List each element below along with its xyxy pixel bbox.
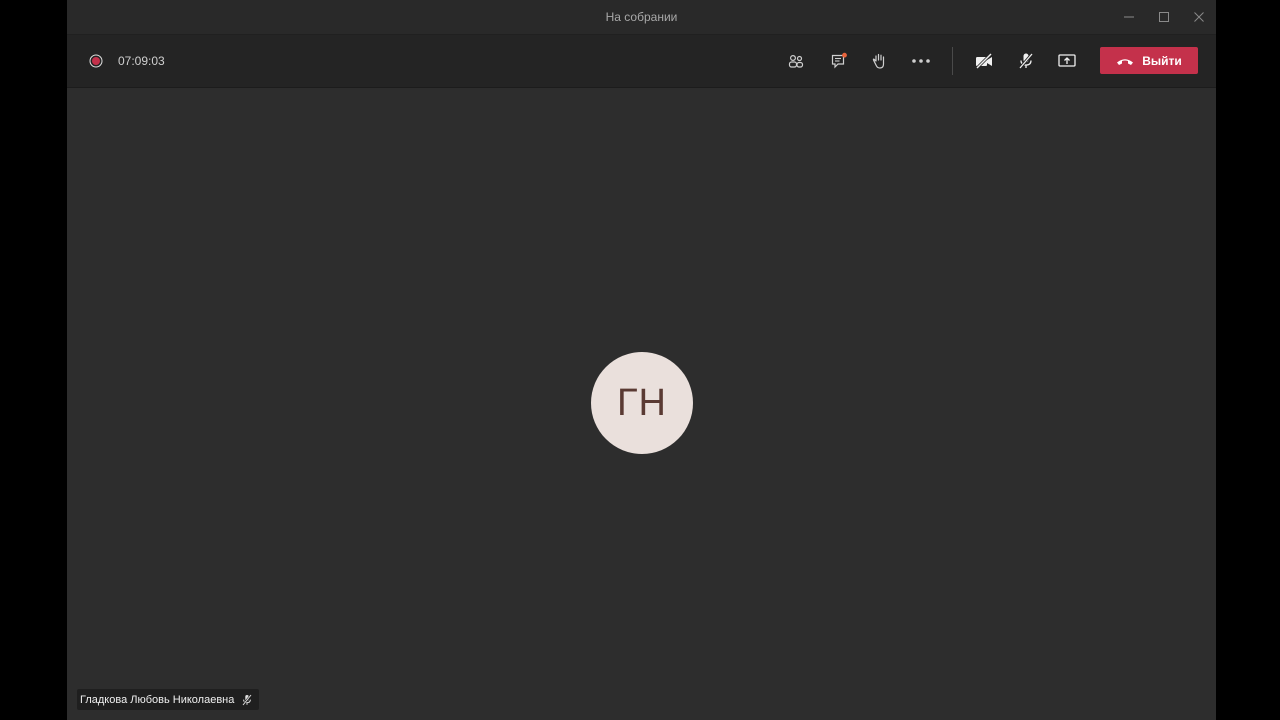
meeting-timer: 07:09:03 (118, 54, 165, 68)
toolbar-divider (952, 47, 953, 75)
participant-name-tag: Гладкова Любовь Николаевна (77, 689, 260, 710)
share-screen-icon (1058, 54, 1076, 67)
meeting-window: На собрании 07:09:03 Выйти ГН Гладкова Л… (67, 0, 1216, 720)
close-icon (1194, 12, 1204, 22)
camera-off-icon (975, 52, 993, 70)
leave-button-label: Выйти (1142, 53, 1182, 68)
maximize-icon (1159, 12, 1169, 22)
close-button[interactable] (1182, 0, 1216, 34)
maximize-button[interactable] (1147, 0, 1181, 34)
participants-button[interactable] (783, 49, 809, 73)
raise-hand-button[interactable] (866, 49, 892, 73)
title-bar: На собрании (67, 0, 1216, 35)
notification-dot (842, 52, 847, 58)
more-options-button[interactable] (908, 49, 934, 73)
more-icon (912, 59, 930, 63)
window-title: На собрании (605, 10, 678, 24)
mic-off-icon (242, 693, 253, 706)
microphone-toggle-button[interactable] (1013, 49, 1039, 73)
hand-icon (872, 53, 885, 69)
chat-icon (831, 52, 847, 69)
minimize-button[interactable] (1112, 0, 1146, 34)
minimize-icon (1124, 16, 1134, 18)
video-stage: ГН Гладкова Любовь Николаевна (67, 88, 1216, 720)
phone-hangup-icon (1117, 58, 1134, 65)
avatar-initials: ГН (616, 381, 668, 424)
participant-name: Гладкова Любовь Николаевна (80, 693, 235, 706)
recording-indicator (89, 54, 103, 68)
chat-button[interactable] (826, 49, 852, 73)
record-icon (89, 54, 103, 68)
camera-toggle-button[interactable] (971, 49, 997, 73)
meeting-toolbar: 07:09:03 Выйти (67, 35, 1216, 88)
mic-off-icon (1018, 53, 1034, 69)
share-screen-button[interactable] (1054, 49, 1080, 73)
people-icon (788, 54, 804, 68)
leave-button[interactable]: Выйти (1100, 47, 1198, 74)
participant-avatar[interactable]: ГН (591, 352, 693, 454)
